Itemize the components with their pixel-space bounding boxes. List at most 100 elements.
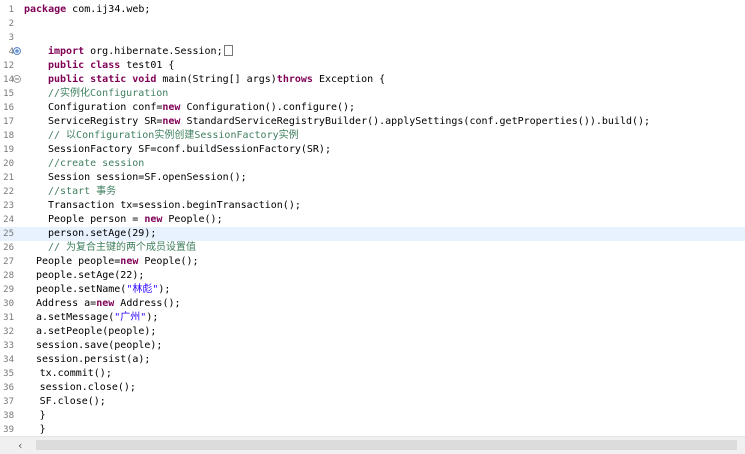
line-number: 16 [3, 103, 14, 113]
code-line[interactable]: 18 // 以Configuration实例创建SessionFactory实例 [0, 129, 745, 143]
code-line[interactable]: 35 tx.commit(); [0, 367, 745, 381]
code-token: a.setMessage( [36, 312, 115, 323]
fold-collapse-icon[interactable] [13, 75, 21, 83]
code-line[interactable]: 34 session.persist(a); [0, 353, 745, 367]
code-text[interactable]: a.setMessage("广州"); [36, 311, 158, 325]
code-text[interactable]: tx.commit(); [40, 367, 112, 381]
code-token: SF.close(); [39, 396, 106, 407]
line-number: 35 [3, 369, 14, 379]
code-line[interactable]: 32 a.setPeople(people); [0, 325, 745, 339]
code-line[interactable]: 38} [0, 409, 745, 423]
code-text[interactable]: // 以Configuration实例创建SessionFactory实例 [48, 129, 299, 143]
code-text[interactable]: Configuration conf=new Configuration().c… [48, 101, 355, 115]
code-text[interactable]: // 为复合主键的两个成员设置值 [48, 241, 196, 255]
code-line[interactable]: 24 People person = new People(); [0, 213, 745, 227]
code-line[interactable]: 20 //create session [0, 157, 745, 171]
code-text[interactable]: Address a=new Address(); [36, 297, 181, 311]
code-token: Address a= [36, 298, 97, 309]
code-line[interactable]: 28 people.setAge(22); [0, 269, 745, 283]
code-line[interactable]: 33 session.save(people); [0, 339, 745, 353]
code-text[interactable]: SF.close(); [40, 395, 106, 409]
line-number: 36 [3, 383, 14, 393]
code-text[interactable]: session.close(); [40, 381, 136, 395]
code-token: people.setAge(22); [36, 270, 145, 281]
code-token: Transaction tx=session.beginTransaction(… [48, 200, 301, 211]
comment-token: //实例化Configuration [48, 88, 169, 99]
code-line[interactable]: 4 import org.hibernate.Session; [0, 45, 745, 59]
code-line[interactable]: 27 People people=new People(); [0, 255, 745, 269]
code-line[interactable]: 2 [0, 17, 745, 31]
horizontal-scrollbar[interactable]: ‹ [0, 436, 745, 454]
code-line[interactable]: 36 session.close(); [0, 381, 745, 395]
code-line[interactable]: 26 // 为复合主键的两个成员设置值 [0, 241, 745, 255]
code-text[interactable]: People people=new People(); [36, 255, 199, 269]
code-line[interactable]: 19 SessionFactory SF=conf.buildSessionFac… [0, 143, 745, 157]
code-line[interactable]: 16 Configuration conf=new Configuration()… [0, 101, 745, 115]
code-text[interactable]: session.save(people); [36, 339, 162, 353]
code-text[interactable]: public class test01 { [48, 59, 174, 73]
keyword-token: package [24, 4, 67, 15]
line-number: 28 [3, 271, 14, 281]
code-token: person.setAge(29); [48, 228, 157, 239]
code-text[interactable]: } [40, 423, 46, 436]
code-line[interactable]: 15 //实例化Configuration [0, 87, 745, 101]
code-token: Configuration().configure(); [180, 102, 356, 113]
current-line[interactable]: 25 person.setAge(29); [0, 227, 745, 241]
code-text[interactable]: person.setAge(29); [48, 227, 156, 241]
code-token: } [39, 424, 46, 435]
keyword-token: new [162, 102, 181, 113]
code-line[interactable]: 21 Session session=SF.openSession(); [0, 171, 745, 185]
line-number: 15 [3, 89, 14, 99]
code-token: Address(); [114, 298, 181, 309]
code-token: People person = [48, 214, 145, 225]
line-number: 18 [3, 131, 14, 141]
code-line[interactable]: 31 a.setMessage("广州"); [0, 311, 745, 325]
line-number: 22 [3, 187, 14, 197]
line-number: 24 [3, 215, 14, 225]
code-text[interactable]: People person = new People(); [48, 213, 223, 227]
code-text[interactable]: SessionFactory SF=conf.buildSessionFacto… [48, 143, 331, 157]
code-text[interactable]: //实例化Configuration [48, 87, 168, 101]
code-line[interactable]: 14 public static void main(String[] args)… [0, 73, 745, 87]
line-number: 21 [3, 173, 14, 183]
folded-code-box-icon[interactable] [223, 45, 233, 56]
code-line[interactable]: 17 ServiceRegistry SR=new StandardService… [0, 115, 745, 129]
chevron-left-icon[interactable]: ‹ [18, 437, 22, 454]
code-token: Configuration conf= [48, 102, 163, 113]
code-line[interactable]: 30 Address a=new Address(); [0, 297, 745, 311]
code-text[interactable]: } [40, 409, 46, 423]
code-line[interactable]: 39} [0, 423, 745, 436]
code-text[interactable]: //start 事务 [48, 185, 116, 199]
code-text[interactable]: ServiceRegistry SR=new StandardServiceRe… [48, 115, 650, 129]
line-number: 39 [3, 425, 14, 435]
code-text[interactable]: import org.hibernate.Session; [48, 45, 233, 59]
scrollbar-thumb[interactable] [36, 440, 737, 450]
code-line[interactable]: 22 //start 事务 [0, 185, 745, 199]
code-text[interactable]: a.setPeople(people); [36, 325, 156, 339]
code-text[interactable]: //create session [48, 157, 144, 171]
line-number: 32 [3, 327, 14, 337]
line-number: 19 [3, 145, 14, 155]
code-token: test01 { [120, 60, 175, 71]
code-text[interactable]: public static void main(String[] args)th… [48, 73, 385, 87]
line-number: 33 [3, 341, 14, 351]
code-line[interactable]: 3 [0, 31, 745, 45]
code-token: Exception { [312, 74, 386, 85]
code-line[interactable]: 29 people.setName("林彪"); [0, 283, 745, 297]
code-token: ); [158, 284, 171, 295]
code-text[interactable]: people.setAge(22); [36, 269, 144, 283]
code-text[interactable]: people.setName("林彪"); [36, 283, 170, 297]
code-text[interactable]: Transaction tx=session.beginTransaction(… [48, 199, 301, 213]
code-text[interactable]: session.persist(a); [36, 353, 150, 367]
code-line[interactable]: 12 public class test01 { [0, 59, 745, 73]
code-editor[interactable]: 1 package com.ij34.web; 2 3 4 import org.hibe… [0, 0, 745, 436]
keyword-token: import [48, 46, 85, 57]
code-line[interactable]: 1 package com.ij34.web; [0, 3, 745, 17]
line-number: 14 [3, 75, 14, 85]
code-text[interactable]: Session session=SF.openSession(); [48, 171, 247, 185]
code-line[interactable]: 23 Transaction tx=session.beginTransactio… [0, 199, 745, 213]
code-line[interactable]: 37 SF.close(); [0, 395, 745, 409]
code-text[interactable]: package com.ij34.web; [24, 3, 150, 17]
fold-expand-icon[interactable] [13, 47, 21, 55]
string-token: "林彪" [126, 284, 159, 295]
